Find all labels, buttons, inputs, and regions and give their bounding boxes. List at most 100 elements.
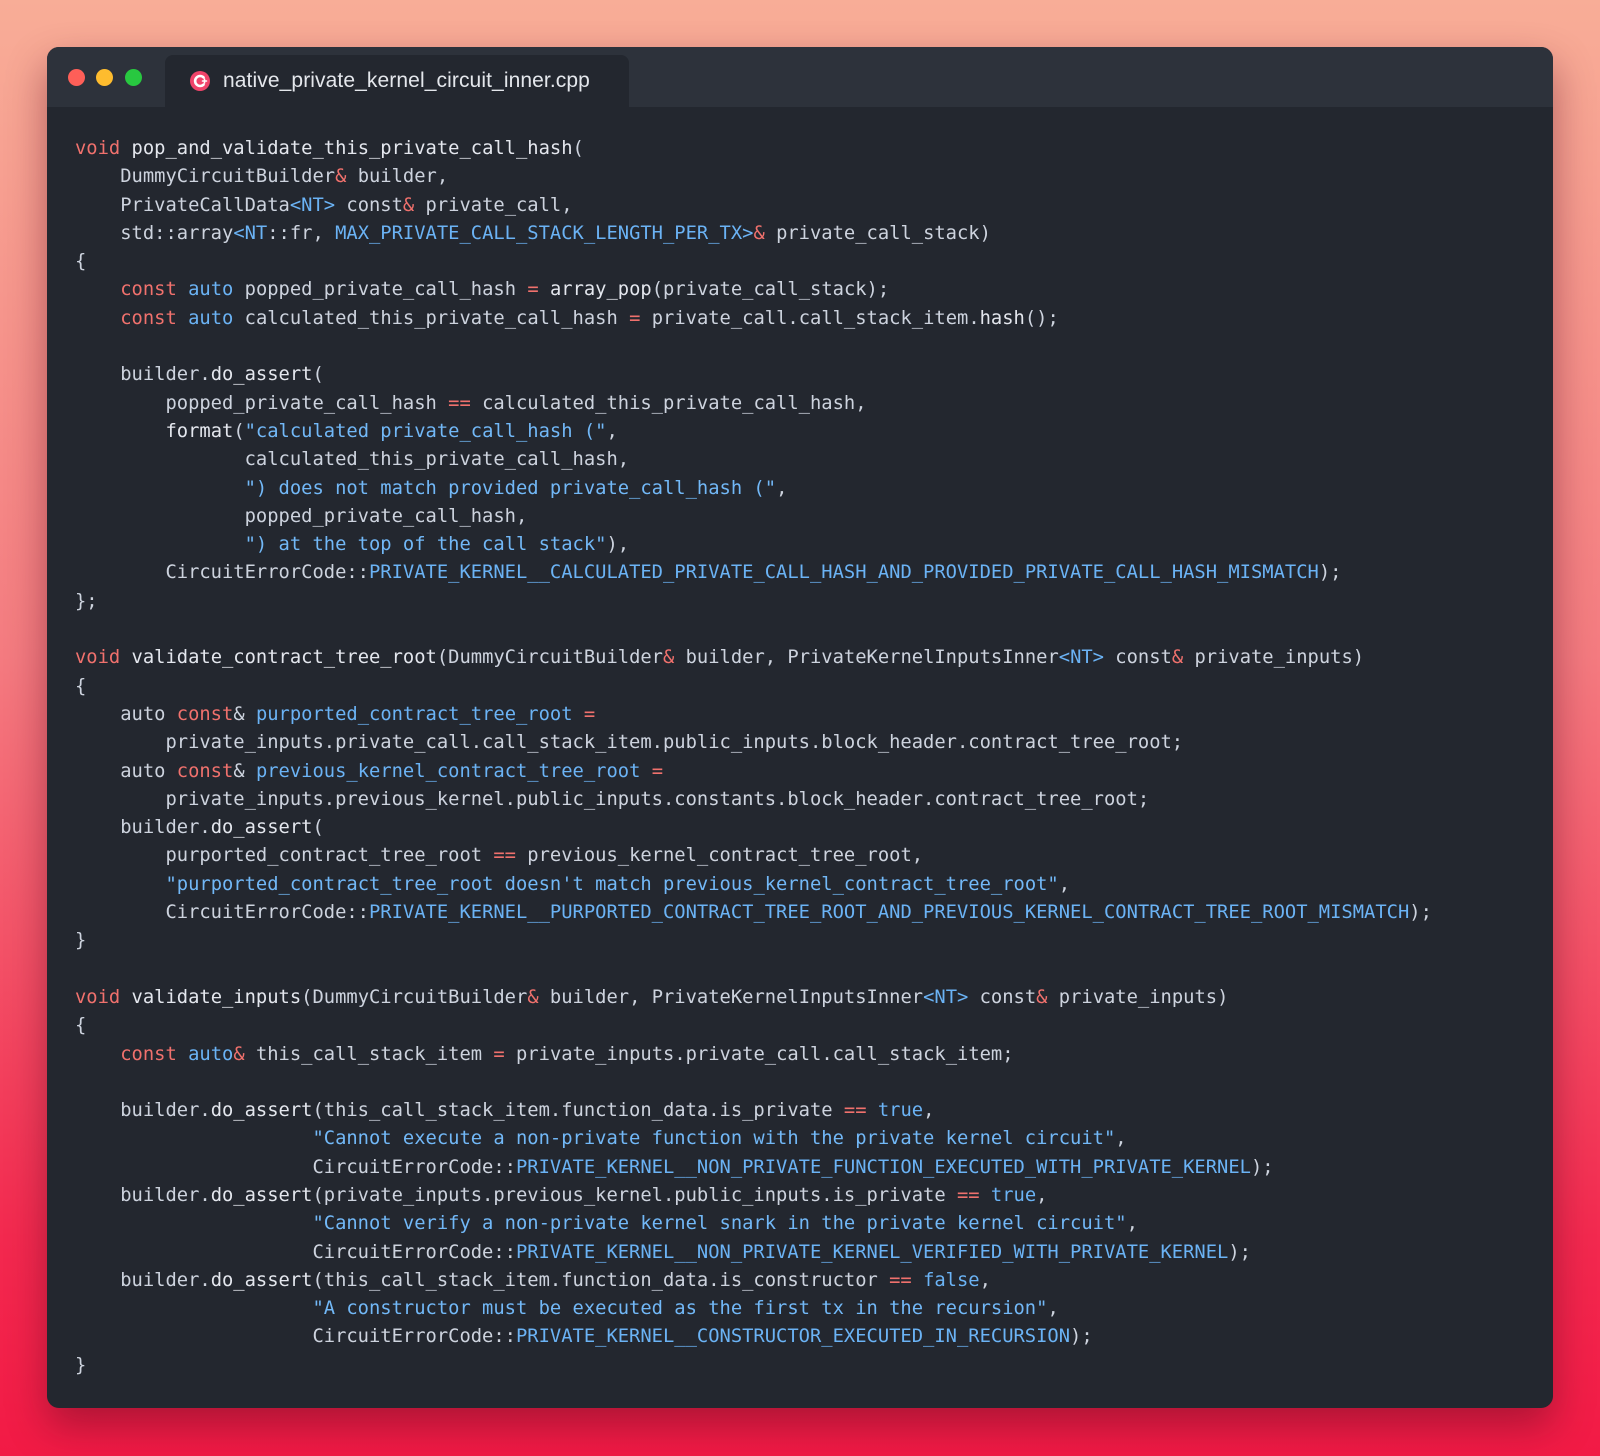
code-token: ,	[776, 477, 788, 499]
code-line: private_inputs.private_call.call_stack_i…	[75, 729, 1432, 757]
code-token: format	[165, 420, 234, 442]
code-token: (DummyCircuitBuilder	[436, 647, 663, 669]
code-line: "Cannot execute a non-private function w…	[75, 1125, 1432, 1153]
code-token: (this_call_stack_item.function_data.is_c…	[312, 1269, 890, 1291]
code-token: ==	[889, 1269, 912, 1291]
code-token: auto	[188, 307, 234, 329]
code-token: CircuitErrorCode::	[75, 1326, 516, 1348]
code-token: pop_and_validate_this_private_call_hash	[131, 138, 573, 159]
code-token: array_pop	[549, 279, 652, 301]
code-token: ==	[843, 1100, 867, 1122]
code-token: const	[120, 307, 177, 329]
code-token: private_inputs)	[1047, 986, 1229, 1008]
code-token: PrivateCallData	[75, 194, 290, 216]
code-token: popped_private_call_hash	[233, 279, 528, 301]
code-line: }	[75, 927, 1432, 955]
code-line: CircuitErrorCode::PRIVATE_KERNEL__CALCUL…	[75, 559, 1432, 587]
code-token: const	[335, 194, 403, 216]
code-token: ") at the top of the call stack"	[244, 534, 607, 556]
code-line: DummyCircuitBuilder& builder,	[75, 163, 1432, 191]
code-token: ==	[493, 845, 516, 867]
code-token: &	[1036, 986, 1048, 1008]
code-line: popped_private_call_hash,	[75, 503, 1432, 531]
code-token: (private_inputs.previous_kernel.public_i…	[312, 1184, 957, 1206]
code-line: PrivateCallData<NT> const& private_call,	[75, 192, 1432, 220]
code-line: }	[75, 1352, 1432, 1380]
code-token: void	[75, 138, 121, 159]
code-line: std::array<NT::fr, MAX_PRIVATE_CALL_STAC…	[75, 220, 1432, 248]
code-token: ,	[1115, 1128, 1127, 1150]
close-window-button[interactable]	[68, 69, 85, 86]
code-token: ,	[1036, 1184, 1048, 1206]
code-token: std::array	[75, 222, 234, 244]
code-token: ,	[606, 420, 618, 442]
code-line: format("calculated private_call_hash (",	[75, 418, 1432, 446]
code-token: void	[75, 647, 121, 669]
code-token: (	[312, 364, 324, 386]
code-token: private_inputs.previous_kernel.public_in…	[75, 788, 1150, 810]
code-token: };	[75, 590, 98, 612]
file-tab[interactable]: native_private_kernel_circuit_inner.cpp	[165, 55, 629, 107]
editor-window: native_private_kernel_circuit_inner.cpp …	[47, 47, 1553, 1408]
code-line: calculated_this_private_call_hash,	[75, 446, 1432, 474]
code-token: PRIVATE_KERNEL__CALCULATED_PRIVATE_CALL_…	[369, 562, 1319, 584]
code-token: &	[233, 1043, 245, 1065]
code-token: ();	[1024, 307, 1059, 329]
code-token: &	[753, 222, 765, 244]
code-line: "purported_contract_tree_root doesn't ma…	[75, 871, 1432, 899]
code-line: popped_private_call_hash == calculated_t…	[75, 390, 1432, 418]
code-token: builder, PrivateKernelInputsInner	[538, 986, 924, 1008]
minimize-window-button[interactable]	[96, 69, 113, 86]
code-token: do_assert	[210, 1184, 313, 1206]
code-line: const auto popped_private_call_hash = ar…	[75, 276, 1432, 304]
code-token: builder.	[75, 817, 211, 839]
code-token: =	[629, 307, 641, 329]
code-editor[interactable]: void pop_and_validate_this_private_call_…	[75, 135, 1432, 1380]
code-token: false	[923, 1269, 980, 1291]
code-token: CircuitErrorCode::	[75, 1156, 516, 1178]
code-token: &	[233, 703, 256, 725]
code-token: auto	[188, 279, 234, 301]
code-token: popped_private_call_hash	[75, 392, 449, 414]
code-token: private_inputs.private_call.call_stack_i…	[75, 732, 1184, 754]
code-token: do_assert	[210, 364, 313, 386]
code-token: {	[75, 1015, 87, 1037]
code-token: "purported_contract_tree_root doesn't ma…	[165, 873, 1059, 895]
code-token: const	[1104, 647, 1172, 669]
maximize-window-button[interactable]	[125, 69, 142, 86]
code-token: private_call,	[414, 194, 573, 216]
code-line: ") at the top of the call stack"),	[75, 531, 1432, 559]
code-token: ::fr,	[267, 222, 336, 244]
code-token: MAX_PRIVATE_CALL_STACK_LENGTH_PER_TX>	[335, 222, 754, 244]
code-line: CircuitErrorCode::PRIVATE_KERNEL__NON_PR…	[75, 1154, 1432, 1182]
code-token: (	[233, 420, 245, 442]
code-token: =	[527, 279, 539, 301]
code-token: "A constructor must be executed as the f…	[312, 1298, 1048, 1320]
code-token: builder.	[75, 1184, 211, 1206]
code-token: ,	[1058, 873, 1071, 895]
code-token: (	[312, 817, 324, 839]
code-token: ),	[606, 534, 630, 556]
code-line: auto const& purported_contract_tree_root…	[75, 701, 1432, 729]
code-token: ") does not match provided private_call_…	[244, 477, 777, 499]
code-line: purported_contract_tree_root == previous…	[75, 842, 1432, 870]
code-token: <NT>	[1058, 647, 1104, 669]
code-token: );	[1409, 902, 1432, 924]
code-token: do_assert	[210, 1269, 313, 1291]
code-token: PRIVATE_KERNEL__NON_PRIVATE_KERNEL_VERIF…	[515, 1241, 1229, 1263]
code-token: =	[493, 1043, 505, 1065]
code-token: auto	[75, 703, 177, 725]
code-token: purported_contract_tree_root	[75, 845, 494, 867]
